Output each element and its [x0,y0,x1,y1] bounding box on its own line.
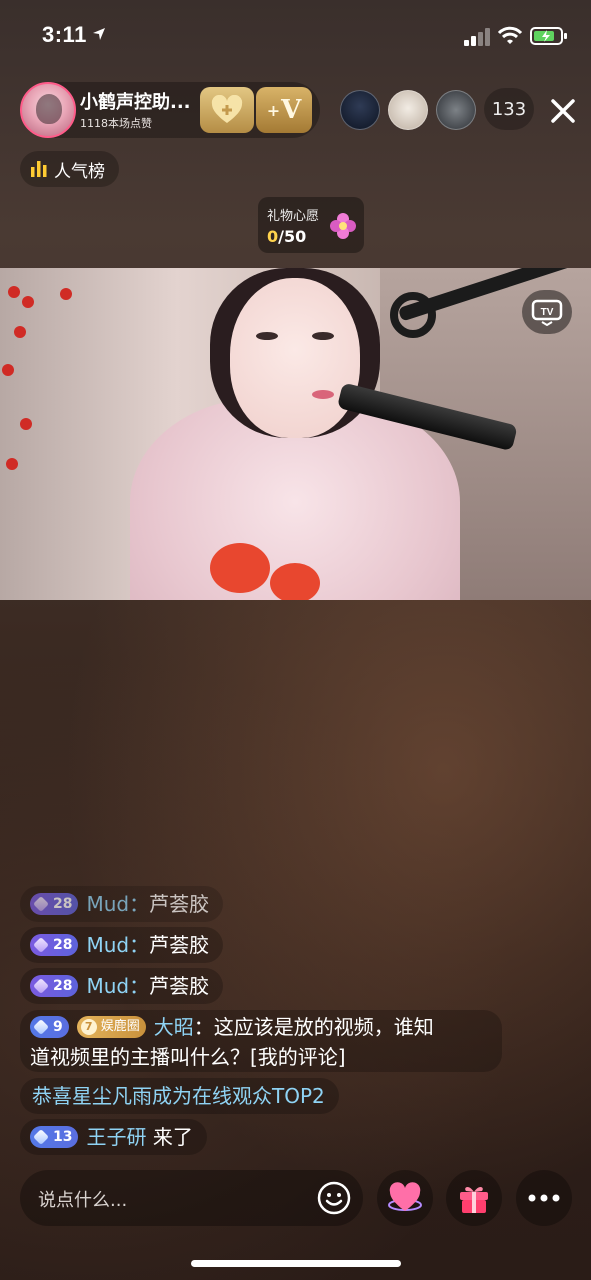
heart-icon [388,1182,422,1211]
rank-bars-icon [31,161,47,177]
viewer-avatar[interactable] [436,90,476,130]
join-message[interactable]: 13 王子研 来了 [20,1119,207,1155]
gift-wish-title: 礼物心愿 [267,209,320,224]
gift-wish-total: /50 [278,227,307,246]
location-arrow-icon [93,28,105,40]
level-badge: 28 [30,933,79,956]
gift-wish-current: 0 [267,227,279,246]
follow-v-button[interactable]: + V [256,87,312,133]
join-text: 来了 [152,1125,193,1149]
level-badge: 13 [30,1125,79,1148]
gift-wish-card[interactable]: 礼物心愿 0/50 [258,197,364,253]
status-time: 3:11 [42,22,87,47]
chat-username[interactable]: 大昭 [154,1015,194,1039]
comment-input[interactable]: 说点什么... [20,1170,363,1226]
tv-icon: TV [531,299,563,326]
fan-club-badge: 7 娱鹿圈 [76,1015,146,1038]
heart-plus-icon [211,95,243,123]
level-badge: 28 [30,892,79,915]
battery-icon [530,27,567,45]
level-badge: 9 [30,1015,69,1038]
gem-icon [33,1018,49,1035]
fan-club-button[interactable] [200,87,254,133]
chat-username[interactable]: 王子研 [86,1125,146,1149]
chat-text-continued: 道视频里的主播叫什么？[我的评论] [30,1045,346,1069]
svg-text:TV: TV [541,307,554,318]
gift-button[interactable] [446,1170,502,1226]
wifi-icon [498,26,522,44]
tv-mode-button[interactable]: TV [522,290,572,334]
gem-icon [33,936,49,953]
system-message: 恭喜星尘凡雨成为在线观众TOP2 [20,1078,339,1114]
comment-placeholder: 说点什么... [38,1190,128,1211]
host-likes: 1118本场点赞 [80,117,152,130]
home-indicator[interactable] [191,1260,401,1267]
signal-icon [464,28,490,46]
chat-message[interactable]: 28 Mud：芦荟胶 [20,927,224,963]
host-name: 小鹤声控助... [80,92,191,113]
gem-icon [33,977,49,994]
chat-username[interactable]: Mud [86,892,129,916]
more-icon [528,1194,560,1202]
gift-icon [460,1186,488,1213]
chat-text: 芦荟胶 [149,933,210,957]
popularity-rank-button[interactable]: 人气榜 [20,151,119,187]
chat-text: 芦荟胶 [149,974,210,998]
chat-text: 芦荟胶 [149,892,210,916]
like-button[interactable] [377,1170,433,1226]
chat-message[interactable]: 28 Mud：芦荟胶 [20,968,224,1004]
viewer-count[interactable]: 133 [484,88,534,130]
close-icon[interactable] [548,96,578,126]
chat-username[interactable]: Mud [86,974,129,998]
emoji-icon[interactable] [317,1181,351,1215]
viewer-avatar[interactable] [388,90,428,130]
level-badge: 28 [30,974,79,997]
video-stream[interactable] [0,268,591,600]
flower-gift-icon [330,213,356,239]
host-avatar[interactable] [20,82,76,138]
gift-wish-progress: 0/50 [267,227,306,246]
chat-message[interactable]: 28 Mud：芦荟胶 [20,886,224,922]
gem-icon [33,1128,49,1145]
rank-label: 人气榜 [54,161,105,182]
gem-icon [33,895,49,912]
chat-message[interactable]: 9 7 娱鹿圈 大昭：这应该是放的视频，谁知 道视频里的主播叫什么？[我的评论] [20,1010,502,1072]
status-bar: 3:11 [0,0,591,70]
viewer-avatar[interactable] [340,90,380,130]
chat-username[interactable]: Mud [86,933,129,957]
chat-text: 这应该是放的视频，谁知 [213,1015,434,1039]
host-card[interactable]: 小鹤声控助... 1118本场点赞 + V [20,82,320,138]
more-button[interactable] [516,1170,572,1226]
